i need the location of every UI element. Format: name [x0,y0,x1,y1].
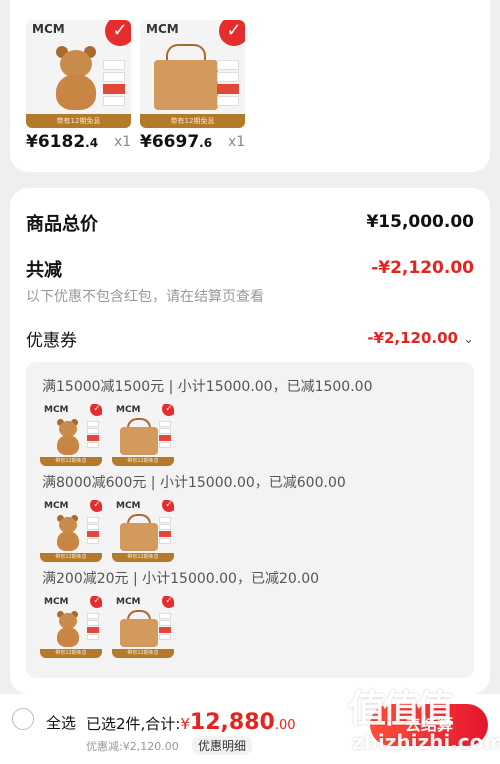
item-price: ¥6697.6 [140,132,213,152]
selected-count: 已选2件,合计: [86,715,181,733]
reduce-label: 共减 [26,260,62,281]
total-value: ¥15,000.00 [366,212,474,232]
total-amount: 12,880 [189,710,275,735]
check-icon: ✓ [90,500,102,512]
spec-thumbs [103,60,125,108]
spec-thumbs [217,60,239,108]
total-decimal: .00 [274,718,296,733]
brand-logo: MCM [44,405,69,415]
chevron-down-icon: ⌄ [463,332,474,347]
coupon-label: 优惠券 [26,331,77,351]
brand-logo: MCM [116,501,141,511]
price-summary-card: 商品总价 ¥15,000.00 共减 -¥2,120.00 以下优惠不包含红包，… [10,188,490,694]
promo-strip: 带有12期免息 [140,114,245,128]
brand-logo: MCM [32,22,65,36]
coupon-group-title: 满200减20元 | 小计15000.00，已减20.00 [42,571,320,587]
item-quantity: x1 [228,134,246,150]
check-icon: ✓ [219,20,245,46]
brand-logo: MCM [44,597,69,607]
product-thumbnail-bag[interactable]: MCM ✓ 带有12期免息 [140,20,245,128]
discount-detail-button[interactable]: 优惠明细 [192,736,253,755]
coupon-group-title: 满8000减600元 | 小计15000.00，已减600.00 [42,475,346,491]
check-icon: ✓ [162,500,174,512]
coupon-product-bag[interactable]: MCM ✓ 带有12期免息 [112,500,174,562]
coupon-selector[interactable]: -¥2,120.00 ⌄ [367,328,474,347]
coupon-product-bear[interactable]: MCM ✓ 带有12期免息 [40,500,102,562]
coupon-product-bear[interactable]: MCM ✓ 带有12期免息 [40,596,102,658]
item-quantity: x1 [114,134,132,150]
coupon-details: 满15000减1500元 | 小计15000.00，已减1500.00 MCM … [26,362,474,678]
brand-logo: MCM [146,22,179,36]
brand-logo: MCM [116,405,141,415]
select-all-radio[interactable] [12,708,34,730]
discount-amount: 优惠减:¥2,120.00 [86,740,179,753]
item-price: ¥6182.4 [26,132,99,152]
check-icon: ✓ [105,20,131,46]
order-total: 已选2件,合计:¥12,880.00 [86,710,296,735]
select-all-label[interactable]: 全选 [46,712,76,733]
coupon-product-bag[interactable]: MCM ✓ 带有12期免息 [112,596,174,658]
watermark-url: zhizhizhi.com [352,730,500,754]
currency-symbol: ¥ [180,715,190,733]
watermark-glyphs: 值值值 [348,687,454,731]
total-label: 商品总价 [26,214,98,235]
coupon-value: -¥2,120.00 [367,329,458,347]
reduce-value: -¥2,120.00 [371,258,474,278]
cart-items-card: MCM ✓ 带有12期免息 ¥6182.4 x1 MCM ✓ 带有12期免息 ¥… [10,0,490,172]
product-thumbnail-bear[interactable]: MCM ✓ 带有12期免息 [26,20,131,128]
promo-strip: 带有12期免息 [26,114,131,128]
check-icon: ✓ [90,404,102,416]
discount-note: 以下优惠不包含红包，请在结算页查看 [26,289,264,305]
coupon-product-bag[interactable]: MCM ✓ 带有12期免息 [112,404,174,466]
brand-logo: MCM [116,597,141,607]
brand-logo: MCM [44,501,69,511]
check-icon: ✓ [90,596,102,608]
coupon-group-title: 满15000减1500元 | 小计15000.00，已减1500.00 [42,379,373,395]
check-icon: ✓ [162,596,174,608]
coupon-product-bear[interactable]: MCM ✓ 带有12期免息 [40,404,102,466]
check-icon: ✓ [162,404,174,416]
